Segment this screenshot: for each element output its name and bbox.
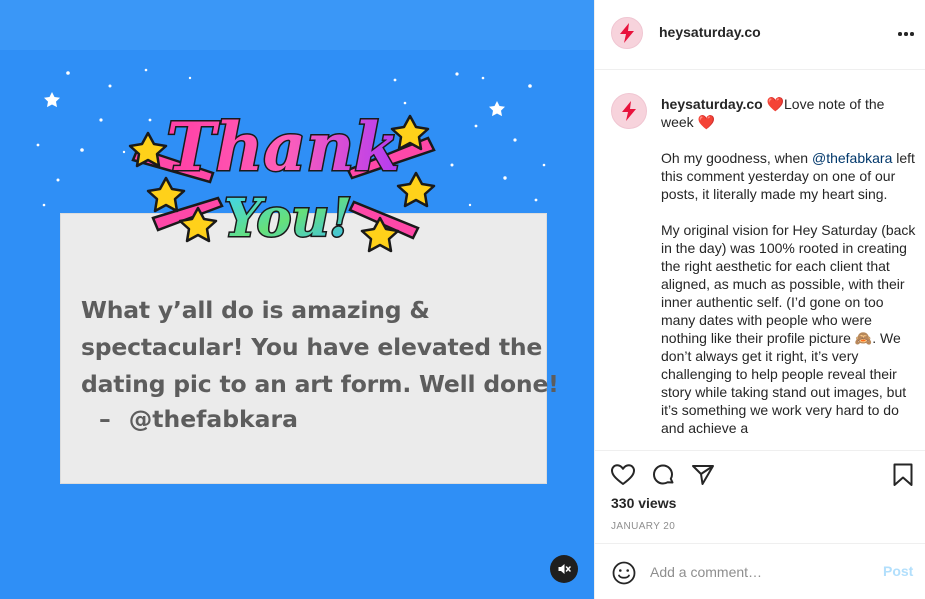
heart-emoji: ❤️: [766, 96, 784, 112]
post-date[interactable]: JANUARY 20: [611, 521, 675, 532]
mention-link[interactable]: @thefabkara: [812, 150, 892, 166]
view-count[interactable]: 330 views: [611, 495, 676, 511]
heart-outline-icon[interactable]: [610, 462, 636, 488]
avatar[interactable]: [611, 93, 647, 129]
quote-line: dating pic to an art form. Well done!: [81, 370, 559, 398]
caption-text: My original vision for Hey Saturday (bac…: [661, 222, 916, 436]
lightning-bolt-icon: [622, 101, 636, 121]
comment-input[interactable]: [650, 562, 870, 582]
post-header: heysaturday.co: [595, 0, 925, 70]
heart-emoji: ❤️: [697, 114, 716, 130]
thank-you-artwork: Thank You!: [128, 107, 436, 253]
post-caption: heysaturday.co ❤️Love note of the week ❤…: [661, 95, 918, 449]
volume-muted-icon[interactable]: [550, 555, 578, 583]
caption-username[interactable]: heysaturday.co: [661, 96, 763, 112]
post-actions: 330 views JANUARY 20: [595, 450, 925, 542]
more-horizontal-icon[interactable]: [895, 26, 917, 42]
avatar[interactable]: [611, 17, 643, 49]
quote-author-handle: @thefabkara: [128, 405, 298, 433]
post-side-panel: heysaturday.co heysaturday.co ❤️Love not…: [594, 0, 925, 599]
caption-text: Oh my goodness, when: [661, 150, 812, 166]
comments-scroll-area[interactable]: heysaturday.co ❤️Love note of the week ❤…: [595, 71, 925, 449]
lightning-bolt-icon: [620, 23, 634, 43]
artwork-you-word: You!: [224, 188, 352, 249]
quote-dash: –: [99, 405, 111, 433]
add-comment-bar: Post: [595, 543, 925, 599]
comment-bubble-icon[interactable]: [650, 462, 676, 488]
bookmark-icon[interactable]: [890, 462, 916, 488]
artwork-thank-word: Thank: [166, 108, 400, 186]
post-comment-button[interactable]: Post: [883, 563, 913, 579]
smiley-icon[interactable]: [611, 560, 637, 586]
quote-line: spectacular! You have elevated the: [81, 333, 543, 361]
quote-line: What y’all do is amazing &: [81, 296, 430, 324]
header-username[interactable]: heysaturday.co: [659, 24, 761, 40]
quote-author: – @thefabkara: [99, 405, 298, 433]
paper-plane-icon[interactable]: [690, 462, 716, 488]
post-media[interactable]: What y’all do is amazing & spectacular! …: [0, 0, 594, 599]
quote-text: What y’all do is amazing & spectacular! …: [81, 292, 559, 403]
